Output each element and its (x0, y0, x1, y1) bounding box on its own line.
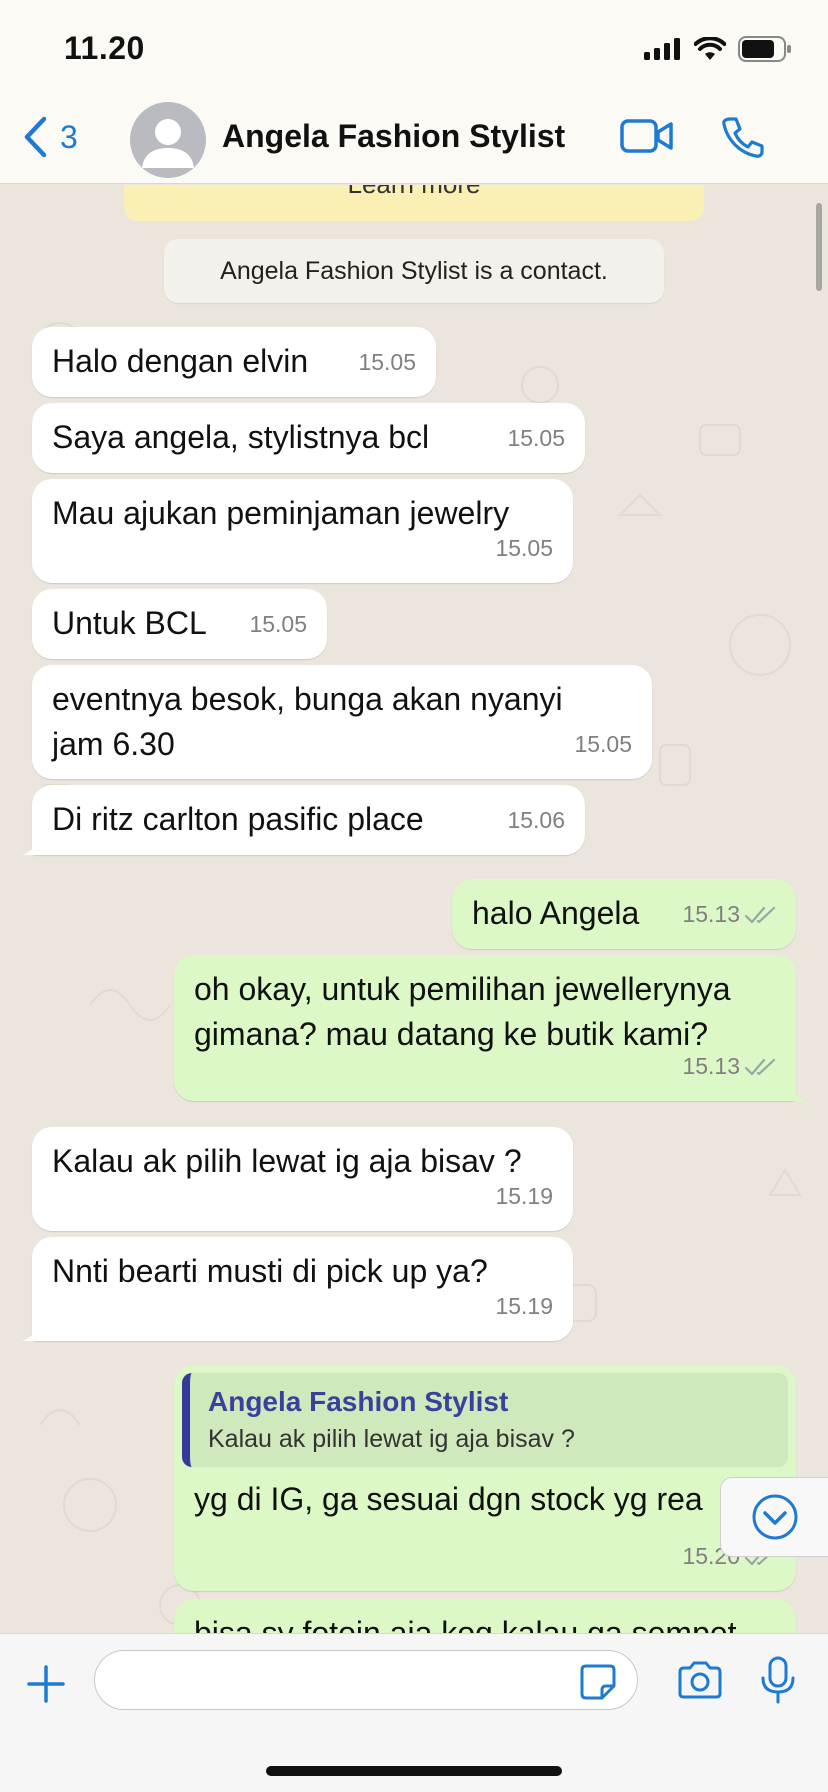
sticker-button[interactable] (578, 1662, 618, 1707)
encryption-banner[interactable]: Learn more (124, 185, 704, 221)
composer-bar (0, 1633, 828, 1792)
microphone-button[interactable] (760, 1656, 796, 1709)
message-bubble-incoming[interactable]: Di ritz carlton pasific place 15.06 (22, 785, 585, 855)
message-input[interactable] (94, 1650, 638, 1710)
message-time: 15.13 (682, 1053, 740, 1079)
status-icons (644, 36, 792, 62)
video-call-button[interactable] (620, 118, 674, 159)
wifi-icon (694, 37, 726, 60)
message-text: Nnti bearti musti di pick up ya? (52, 1253, 488, 1289)
message-bubble-incoming[interactable]: Untuk BCL 15.05 (32, 589, 327, 659)
unread-count: 3 (60, 118, 78, 155)
camera-button[interactable] (676, 1660, 724, 1705)
camera-icon (678, 1661, 722, 1699)
chevron-left-icon (24, 116, 47, 158)
scroll-indicator[interactable] (816, 203, 822, 291)
double-check-icon (744, 1058, 776, 1075)
message-time: 15.19 (495, 1183, 553, 1209)
quoted-sender: Angela Fashion Stylist (208, 1386, 509, 1417)
contact-name[interactable]: Angela Fashion Stylist (222, 118, 565, 155)
avatar[interactable] (128, 102, 232, 178)
phone-icon (722, 117, 764, 158)
scroll-to-bottom-button[interactable] (720, 1477, 828, 1557)
message-list[interactable]: Learn more Angela Fashion Stylist is a c… (0, 185, 828, 1633)
bubble-tail (786, 1083, 806, 1101)
message-time: 15.05 (249, 611, 307, 637)
message-text: Di ritz carlton pasific place (52, 801, 424, 837)
message-bubble-outgoing[interactable]: oh okay, untuk pemilihan jewellerynya gi… (174, 955, 806, 1101)
message-bubble-incoming[interactable]: Kalau ak pilih lewat ig aja bisav ? 15.1… (32, 1127, 573, 1231)
video-camera-icon (620, 119, 673, 153)
learn-more-link[interactable]: Learn more (348, 185, 481, 199)
message-bubble-outgoing[interactable]: Angela Fashion Stylist Kalau ak pilih le… (174, 1365, 796, 1591)
bubble-tail (22, 837, 42, 855)
message-bubble-outgoing[interactable]: bisa sy fotoin aja koq kalau ga sempet (174, 1599, 796, 1633)
message-bubble-incoming[interactable]: Mau ajukan peminjaman jewelry 15.05 (32, 479, 573, 583)
status-bar: 11.20 (0, 0, 828, 96)
message-time: 15.06 (507, 807, 565, 833)
home-indicator (266, 1766, 562, 1776)
double-check-icon (744, 906, 776, 923)
quoted-text: Kalau ak pilih lewat ig aja bisav ? (208, 1425, 575, 1453)
cellular-signal-icon (644, 38, 680, 60)
message-bubble-incoming[interactable]: Nnti bearti musti di pick up ya? 15.19 (22, 1237, 573, 1341)
status-time: 11.20 (64, 30, 145, 66)
plus-icon (27, 1665, 65, 1703)
message-text: oh okay, untuk pemilihan jewellerynya gi… (194, 971, 731, 1052)
default-avatar-icon (130, 102, 206, 178)
message-text: yg di IG, ga sesuai dgn stock yg rea (194, 1481, 703, 1517)
message-time: 15.05 (507, 425, 565, 451)
message-bubble-outgoing[interactable]: halo Angela 15.13 (452, 879, 796, 949)
message-time: 15.05 (358, 349, 416, 375)
microphone-icon (761, 1656, 795, 1704)
chat-header: 3 Angela Fashion Stylist (0, 96, 828, 184)
message-time: 15.05 (574, 731, 632, 757)
message-text: halo Angela (472, 895, 640, 931)
quoted-message[interactable]: Angela Fashion Stylist Kalau ak pilih le… (182, 1373, 788, 1467)
message-bubble-incoming[interactable]: Saya angela, stylistnya bcl 15.05 (32, 403, 585, 473)
message-bubble-incoming[interactable]: eventnya besok, bunga akan nyanyi jam 6.… (32, 665, 652, 779)
system-message: Angela Fashion Stylist is a contact. (164, 239, 664, 303)
message-text: Saya angela, stylistnya bcl (52, 419, 430, 455)
message-time: 15.05 (495, 535, 553, 561)
message-text: Untuk BCL (52, 605, 207, 641)
message-text: Halo dengan elvin (52, 343, 309, 379)
message-bubble-incoming[interactable]: Halo dengan elvin 15.05 (32, 327, 436, 397)
battery-icon (738, 36, 791, 62)
back-button[interactable]: 3 (22, 116, 78, 158)
message-text: Mau ajukan peminjaman jewelry (52, 495, 510, 531)
message-text: eventnya besok, bunga akan nyanyi jam 6.… (52, 681, 563, 762)
message-text: bisa sy fotoin aja koq kalau ga sempet (194, 1615, 737, 1633)
attach-button[interactable] (26, 1664, 66, 1709)
sticker-icon (580, 1664, 616, 1700)
message-meta: 15.13 (682, 1044, 778, 1089)
voice-call-button[interactable] (720, 116, 764, 163)
bubble-tail (22, 1323, 42, 1341)
message-time: 15.13 (682, 901, 740, 927)
message-text: Kalau ak pilih lewat ig aja bisav ? (52, 1143, 522, 1179)
chevron-down-circle-icon (752, 1494, 798, 1540)
message-time: 15.19 (495, 1293, 553, 1319)
message-meta: 15.13 (682, 892, 778, 937)
